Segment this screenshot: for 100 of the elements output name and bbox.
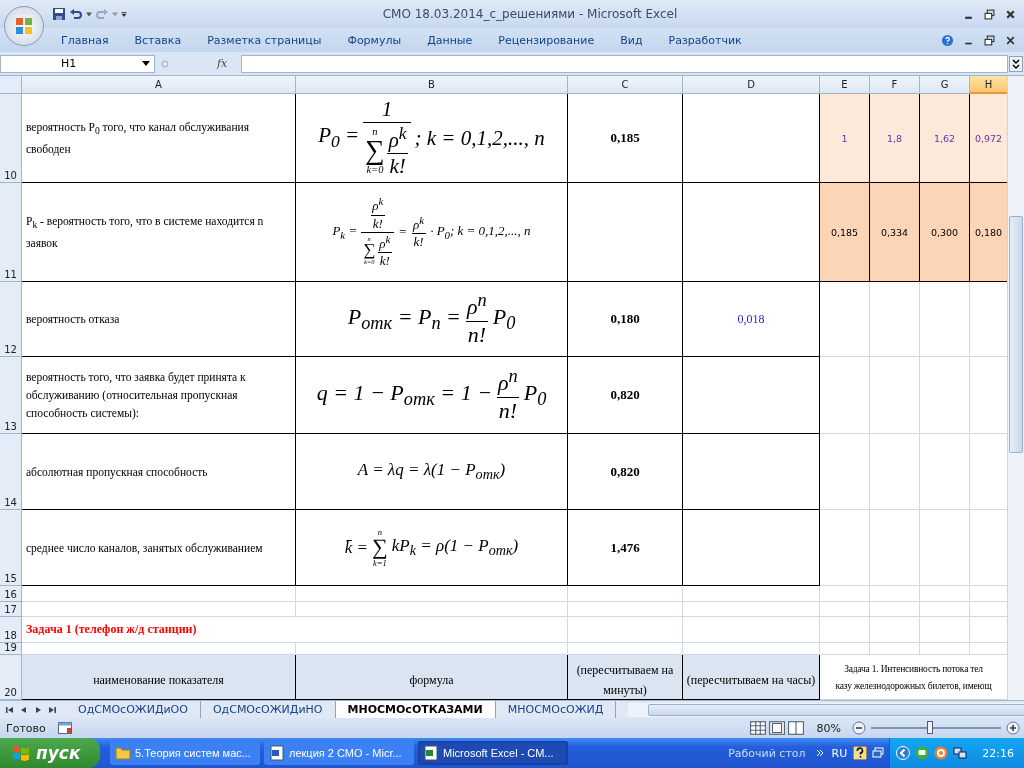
row-header[interactable]: 16 bbox=[0, 586, 22, 602]
column-header[interactable]: D bbox=[683, 76, 820, 94]
start-button[interactable]: пуск bbox=[0, 738, 100, 768]
empty-cell bbox=[870, 586, 920, 602]
name-box[interactable]: H1 bbox=[0, 54, 155, 73]
ribbon-tab[interactable]: Главная bbox=[48, 33, 122, 47]
row-header[interactable]: 19 bbox=[0, 643, 22, 655]
column-heading: наименование показателя bbox=[22, 655, 296, 700]
help-icon[interactable] bbox=[853, 746, 868, 760]
formula: k̄ = n ∑ k=1 kP$_{k}$ = ρ(1 − P$_{отк}$) bbox=[296, 510, 568, 586]
column-header[interactable]: H bbox=[970, 76, 1007, 94]
restore-icon[interactable] bbox=[984, 8, 995, 20]
desktop-toolbar-label[interactable]: Рабочий стол bbox=[728, 746, 806, 760]
row-header[interactable]: 20 bbox=[0, 655, 22, 700]
column-header[interactable]: A bbox=[22, 76, 296, 94]
folder-icon bbox=[115, 745, 131, 761]
ribbon-tab[interactable]: Данные bbox=[414, 33, 486, 47]
table-cell: 1,476 bbox=[568, 510, 683, 586]
chat-icon[interactable] bbox=[915, 746, 930, 760]
zoom-out-icon[interactable] bbox=[852, 721, 866, 735]
empty-cell bbox=[920, 602, 970, 617]
table-cell: 0,180 bbox=[970, 183, 1007, 282]
zoom-level[interactable]: 80% bbox=[816, 721, 841, 735]
table-cell: 0,185 bbox=[568, 94, 683, 183]
empty-cell bbox=[870, 617, 920, 643]
macro-record-icon[interactable] bbox=[57, 722, 72, 734]
taskbar-button[interactable]: Microsoft Excel - СМ... bbox=[418, 741, 568, 765]
restore-icon[interactable] bbox=[984, 34, 995, 46]
office-button[interactable] bbox=[4, 6, 44, 46]
caret-icon[interactable] bbox=[86, 11, 92, 17]
zoom-slider[interactable] bbox=[926, 721, 933, 734]
table-cell: абсолютная пропускная способность bbox=[22, 434, 296, 510]
ribbon-tab[interactable]: Разработчик bbox=[655, 33, 755, 47]
empty-cell bbox=[820, 617, 870, 643]
customize-icon[interactable] bbox=[121, 11, 127, 17]
save-icon[interactable] bbox=[52, 7, 66, 21]
insert-function-button[interactable]: fx bbox=[217, 57, 228, 70]
table-cell: 0,972 bbox=[970, 94, 1007, 183]
empty-cell bbox=[870, 602, 920, 617]
taskbar-button[interactable]: лекция 2 СМО - Micr... bbox=[264, 741, 414, 765]
expand-icon[interactable] bbox=[1009, 55, 1023, 72]
ribbon-tab[interactable]: Вставка bbox=[121, 33, 195, 47]
next-sheet-icon[interactable] bbox=[34, 705, 42, 714]
row-header[interactable]: 11 bbox=[0, 183, 22, 282]
empty-cell bbox=[920, 643, 970, 655]
spreadsheet-icon bbox=[423, 745, 439, 761]
empty-cell bbox=[870, 643, 920, 655]
row-header[interactable]: 10 bbox=[0, 94, 22, 183]
empty-cell bbox=[920, 586, 970, 602]
row-header[interactable]: 18 bbox=[0, 617, 22, 643]
column-heading: (пересчитываем на часы) bbox=[683, 655, 820, 700]
vertical-scrollbar[interactable] bbox=[1007, 76, 1024, 700]
column-header[interactable]: B bbox=[296, 76, 568, 94]
row-header[interactable]: 14 bbox=[0, 434, 22, 510]
column-heading: формула bbox=[296, 655, 568, 700]
taskbar-button[interactable]: 5.Теория систем мас... bbox=[110, 741, 260, 765]
formula-input[interactable] bbox=[241, 54, 1008, 73]
column-heading: (пересчитываем на минуты) bbox=[568, 655, 683, 700]
ribbon-tab[interactable]: Формулы bbox=[334, 33, 415, 47]
close-icon[interactable] bbox=[1005, 34, 1016, 46]
first-sheet-icon[interactable] bbox=[6, 705, 14, 714]
empty-cell bbox=[920, 617, 970, 643]
row-header[interactable]: 15 bbox=[0, 510, 22, 586]
resize-handle-icon[interactable] bbox=[161, 59, 169, 68]
chevron-icon[interactable] bbox=[815, 749, 824, 757]
zoom-in-icon[interactable] bbox=[1006, 721, 1020, 735]
language-indicator[interactable]: RU bbox=[831, 746, 848, 760]
empty-cell bbox=[820, 586, 870, 602]
column-header[interactable]: E bbox=[820, 76, 870, 94]
network-icon[interactable] bbox=[953, 746, 968, 760]
previous-sheet-icon[interactable] bbox=[20, 705, 28, 714]
page-break-icon[interactable] bbox=[787, 721, 804, 735]
ribbon-tab[interactable]: Рецензирование bbox=[485, 33, 608, 47]
normal-view-icon[interactable] bbox=[749, 721, 766, 735]
ribbon-tab[interactable]: Вид bbox=[607, 33, 656, 47]
table-cell: 0,185 bbox=[820, 183, 870, 282]
close-icon[interactable] bbox=[1005, 8, 1016, 20]
formula: A = λq = λ(1 − P$_{отк}$) bbox=[296, 434, 568, 510]
column-header[interactable]: C bbox=[568, 76, 683, 94]
row-header[interactable]: 17 bbox=[0, 602, 22, 617]
horizontal-scrollbar[interactable] bbox=[628, 702, 1024, 717]
row-header[interactable]: 12 bbox=[0, 282, 22, 357]
undo-icon[interactable] bbox=[69, 7, 83, 21]
document-icon bbox=[269, 745, 285, 761]
table-cell: вероятность отказа bbox=[22, 282, 296, 357]
task-heading: Задача 1 (телефон ж/д станции) bbox=[22, 617, 568, 643]
last-sheet-icon[interactable] bbox=[48, 705, 56, 714]
sheet-tab[interactable]: МНОСМОсОТКАЗАМИ bbox=[335, 701, 496, 718]
page-layout-icon[interactable] bbox=[768, 721, 785, 735]
table-cell: 0,018 bbox=[683, 282, 820, 357]
ring-icon[interactable] bbox=[934, 746, 949, 760]
row-header[interactable]: 13 bbox=[0, 357, 22, 434]
logo-icon bbox=[14, 16, 34, 36]
windows-logo-icon bbox=[12, 744, 30, 762]
column-header[interactable]: F bbox=[870, 76, 920, 94]
table-cell: P$_{k}$ - вероятность того, что в системе находится n заявок bbox=[22, 183, 296, 282]
column-header[interactable]: G bbox=[920, 76, 970, 94]
table-cell: 0,300 bbox=[920, 183, 970, 282]
table-cell: вероятность того, что заявка будет принята к обслуживанию (относительная пропускная способность системы): bbox=[22, 357, 296, 434]
ribbon-tab[interactable]: Разметка страницы bbox=[194, 33, 335, 47]
